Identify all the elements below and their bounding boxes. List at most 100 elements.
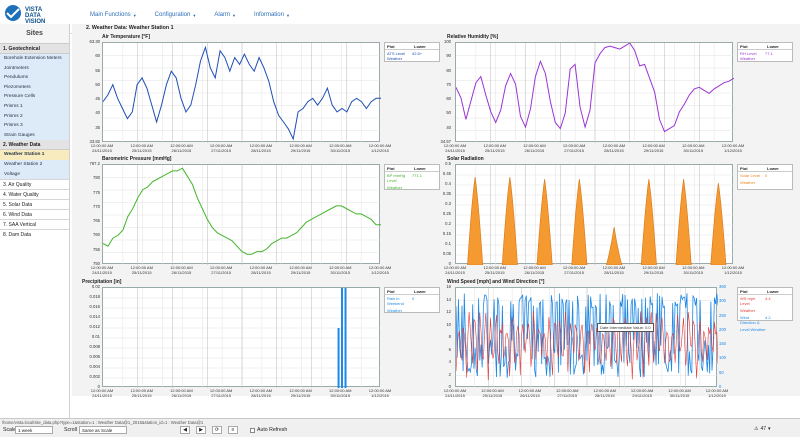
x-tick-label: 12:00:00 AM 1/12/2015	[368, 388, 392, 398]
sidebar-item-pressure-cells[interactable]: Pressure Cells	[0, 92, 69, 102]
sidebar-item-air-quality[interactable]: 3. Air Quality	[0, 179, 69, 190]
chart-tooltip: Date Intermediate Value: 0.0	[597, 323, 654, 332]
x-axis-labels: 12:00:00 AM 24/11/2015 12:00:00 AM 25/11/20…	[444, 388, 728, 403]
wind-plot[interactable]	[455, 287, 718, 388]
x-tick-label: 12:00:00 AM 25/11/2015	[481, 388, 504, 398]
section-heading-geotechnical[interactable]: 1. Geotechnical	[0, 44, 69, 54]
alerts-indicator[interactable]: ⚠ 47 ▾	[754, 426, 771, 432]
x-tick-label: 12:00:00 AM 26/11/2015	[170, 388, 193, 398]
y-tick-label: 40	[446, 124, 451, 130]
bottom-toolbar: /home/vista.local/site_data.php?type=1&s…	[0, 418, 800, 437]
y-tick-label: 0.02	[91, 284, 100, 289]
scroll-select[interactable]: Same as Scale	[79, 426, 127, 434]
y-tick-label: 50	[719, 369, 724, 375]
chart-title: Solar Radiation	[447, 156, 484, 162]
x-tick-label: 12:00:00 AM 28/11/2015	[249, 265, 273, 275]
sidebar-item-weather-station-2[interactable]: Weather Station 2	[0, 159, 69, 170]
x-tick-label: 12:00:00 AM 1/12/2015	[368, 265, 392, 275]
x-tick-label: 12:00:00 AM 25/11/2015	[130, 388, 153, 398]
refresh-button[interactable]: ⟳	[212, 426, 222, 434]
sidebar-item-strain-gauges[interactable]: Strain Gauges	[0, 130, 69, 141]
checkbox-icon[interactable]	[250, 427, 255, 433]
solar-peak	[536, 178, 553, 265]
sidebar-item-weather-station-1[interactable]: Weather Station 1	[0, 150, 69, 160]
y-tick-label: 0.35	[442, 191, 451, 196]
nav-information[interactable]: Information ▼	[250, 12, 294, 18]
x-tick-label: 12:00:00 AM 26/11/2015	[523, 143, 546, 153]
solar-peak	[675, 178, 692, 265]
x-tick-label: 12:00:00 AM 1/12/2015	[705, 388, 729, 398]
solar-chart	[456, 165, 734, 265]
sidebar-item-saa-vertical[interactable]: 7. SAA Vertical	[0, 219, 69, 230]
scale-select[interactable]: 1 week	[15, 426, 53, 434]
x-tick-label: 12:00:00 AM 29/11/2015	[289, 143, 312, 153]
sidebar-item-voltage[interactable]: Voltage	[0, 169, 69, 180]
x-tick-label: 12:00:00 AM 27/11/2015	[562, 143, 586, 153]
chevron-down-icon: ▾	[768, 426, 771, 432]
x-tick-label: 12:00:00 AM 25/11/2015	[130, 143, 153, 153]
x-tick-label: 12:00:00 AM 24/11/2015	[443, 143, 467, 153]
solar-plot[interactable]	[455, 164, 734, 265]
sidebar-item-prisms-3[interactable]: Prisms 3	[0, 121, 69, 131]
x-tick-label: 12:00:00 AM 24/11/2015	[443, 265, 467, 275]
x-tick-label: 12:00:00 AM 29/11/2015	[642, 143, 665, 153]
solar-peak	[640, 178, 657, 265]
section-heading-weather[interactable]: 2. Weather Data	[0, 140, 69, 151]
sidebar-item-dam-data[interactable]: 8. Dam Data	[0, 229, 69, 240]
brand-logo-icon	[5, 5, 21, 21]
solar-peak	[501, 176, 518, 265]
humidity-panel: Relative Humidity [%] 100 90 80 70 60 50 40 34.…	[441, 34, 797, 162]
sidebar-item-prisms-1[interactable]: Prisms 1	[0, 101, 69, 112]
y-tick-label: 12	[446, 309, 451, 314]
y-tick-label: 787.2	[89, 161, 100, 166]
menu-button[interactable]: ≡	[228, 426, 238, 434]
scroll-right-button[interactable]: ▶	[196, 426, 206, 434]
x-tick-label: 12:00:00 AM 27/11/2015	[209, 388, 233, 398]
chart-title: Barometric Pressure [mmHg]	[102, 156, 172, 162]
temperature-plot[interactable]	[102, 42, 381, 143]
x-tick-label: 12:00:00 AM 30/11/2015	[682, 265, 705, 275]
sidebar-item-piezometers[interactable]: Piezometers	[0, 82, 69, 93]
pressure-plot[interactable]	[102, 164, 381, 265]
x-tick-label: 12:00:00 AM 26/11/2015	[523, 265, 546, 275]
precipitation-chart	[103, 288, 381, 388]
x-tick-label: 12:00:00 AM 28/11/2015	[593, 388, 616, 398]
sidebar-item-jointmeters[interactable]: Jointmeters	[0, 63, 69, 74]
x-tick-label: 12:00:00 AM 24/11/2015	[443, 388, 467, 398]
sidebar-item-water-quality[interactable]: 4. Water Quality	[0, 189, 69, 200]
sites-sidebar: Sites 1. Geotechnical Borehole Extension…	[0, 24, 70, 424]
sidebar-item-prisms-2[interactable]: Prisms 2	[0, 111, 69, 122]
nav-main-functions[interactable]: Main Functions ▼	[86, 12, 141, 18]
y-tick-label: 0.014	[89, 314, 100, 319]
precipitation-panel: Precipitation [in] 0.02 0.018 0.016 0.014 0.…	[82, 279, 442, 407]
y-tick-label: 780	[93, 175, 100, 181]
status-url: /home/vista.local/site_data.php?type=1&s…	[2, 420, 204, 425]
x-tick-label: 12:00:00 AM 1/12/2015	[368, 143, 392, 153]
auto-refresh-toggle[interactable]: Auto Refresh	[250, 427, 287, 433]
nav-configuration[interactable]: Configuration ▼	[151, 12, 201, 18]
y-tick-label: 100	[719, 355, 726, 361]
legend-wind: Plot Lower WS mph Level 4.4 Weather Wind D…	[737, 287, 793, 332]
sidebar-item-wind-data[interactable]: 6. Wind Data	[0, 209, 69, 220]
x-tick-label: 12:00:00 AM 28/11/2015	[602, 143, 626, 153]
x-tick-label: 12:00:00 AM 30/11/2015	[329, 143, 352, 153]
sidebar-item-borehole[interactable]: Borehole Extension Meters	[0, 54, 69, 64]
x-tick-label: 12:00:00 AM 27/11/2015	[209, 143, 233, 153]
x-tick-label: 12:00:00 AM 24/11/2015	[90, 143, 114, 153]
x-tick-label: 12:00:00 AM 29/11/2015	[630, 388, 654, 398]
x-tick-label: 12:00:00 AM 27/11/2015	[209, 265, 233, 275]
humidity-plot[interactable]	[455, 42, 734, 143]
chart-title: Wind Speed [mph] and Wind Direction [°]	[447, 279, 545, 285]
y-tick-label: 8	[448, 334, 451, 339]
x-tick-label: 12:00:00 AM 25/11/2015	[130, 265, 153, 275]
precipitation-plot[interactable]	[102, 287, 381, 388]
sidebar-item-pendulums[interactable]: Pendulums	[0, 73, 69, 83]
x-tick-label: 12:00:00 AM 27/11/2015	[562, 265, 586, 275]
y-tick-label: 40	[95, 110, 100, 116]
solar-peak	[467, 176, 484, 265]
sidebar-item-solar-data[interactable]: 5. Solar Data	[0, 199, 69, 210]
scroll-left-button[interactable]: ◀	[180, 426, 190, 434]
wind-chart	[456, 288, 718, 388]
y-tick-label: 2	[448, 371, 451, 377]
nav-alarm[interactable]: Alarm ▼	[210, 12, 240, 18]
